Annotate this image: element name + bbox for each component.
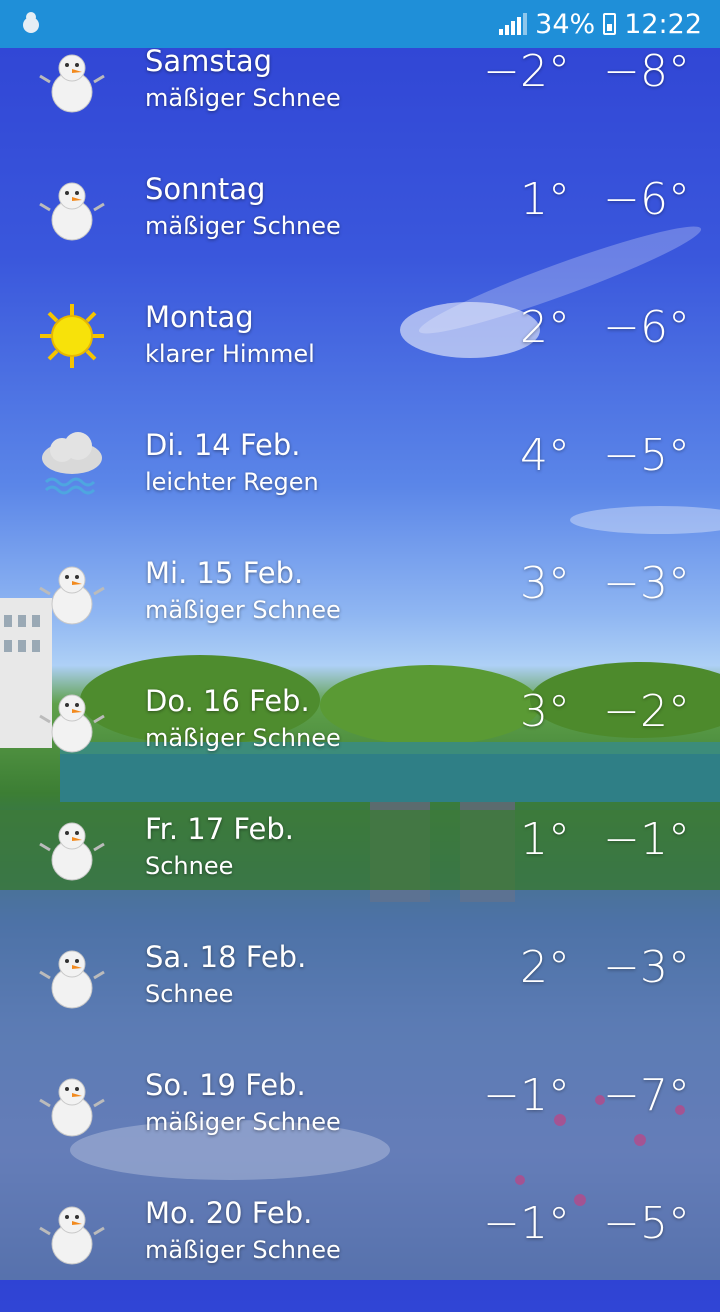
snowman-icon	[39, 950, 105, 1009]
forecast-low: −6°	[603, 174, 690, 225]
signal-icon	[499, 13, 528, 35]
battery-icon	[603, 13, 617, 35]
forecast-low: −5°	[603, 1198, 690, 1249]
clock: 12:22	[624, 8, 702, 40]
forecast-row[interactable]: So. 19 Feb. mäßiger Schnee −1° −7°	[0, 1056, 720, 1184]
forecast-low: −7°	[603, 1070, 690, 1121]
forecast-description: mäßiger Schnee	[145, 1108, 341, 1136]
forecast-low: −2°	[603, 686, 690, 737]
battery-percent: 34%	[535, 8, 596, 40]
forecast-description: leichter Regen	[145, 468, 319, 496]
forecast-low: −3°	[603, 942, 690, 993]
forecast-row[interactable]: Mo. 20 Feb. mäßiger Schnee −1° −5°	[0, 1184, 720, 1312]
forecast-row[interactable]: Montag klarer Himmel 2° −6°	[0, 288, 720, 416]
forecast-high: −1°	[483, 1070, 570, 1121]
snowman-icon	[39, 54, 105, 113]
forecast-day: Sonntag	[145, 172, 266, 206]
forecast-day: Mi. 15 Feb.	[145, 556, 304, 590]
forecast-low: −8°	[603, 46, 690, 97]
forecast-low: −6°	[603, 302, 690, 353]
snowman-icon	[39, 1206, 105, 1265]
forecast-row[interactable]: Samstag mäßiger Schnee −2° −8°	[0, 32, 720, 160]
forecast-row[interactable]: Fr. 17 Feb. Schnee 1° −1°	[0, 800, 720, 928]
forecast-day: Do. 16 Feb.	[145, 684, 310, 718]
forecast-row[interactable]: Di. 14 Feb. leichter Regen 4° −5°	[0, 416, 720, 544]
forecast-high: 1°	[520, 174, 570, 225]
forecast-description: mäßiger Schnee	[145, 724, 341, 752]
forecast-low: −5°	[603, 430, 690, 481]
forecast-description: mäßiger Schnee	[145, 1236, 341, 1264]
sun-icon	[40, 304, 104, 368]
forecast-day: Samstag	[145, 44, 273, 78]
snowman-icon	[39, 1078, 105, 1137]
forecast-high: 3°	[520, 686, 570, 737]
forecast-description: mäßiger Schnee	[145, 84, 341, 112]
forecast-row[interactable]: Sonntag mäßiger Schnee 1° −6°	[0, 160, 720, 288]
forecast-description: Schnee	[145, 980, 234, 1008]
forecast-description: klarer Himmel	[145, 340, 315, 368]
forecast-day: So. 19 Feb.	[145, 1068, 306, 1102]
forecast-high: 2°	[520, 302, 570, 353]
weather-notification-icon	[23, 12, 39, 33]
forecast-description: mäßiger Schnee	[145, 596, 341, 624]
forecast-day: Di. 14 Feb.	[145, 428, 301, 462]
snowman-icon	[39, 822, 105, 881]
snowman-icon	[39, 694, 105, 753]
snowman-icon	[39, 182, 105, 241]
forecast-row[interactable]: Sa. 18 Feb. Schnee 2° −3°	[0, 928, 720, 1056]
forecast-high: 2°	[520, 942, 570, 993]
forecast-description: mäßiger Schnee	[145, 212, 341, 240]
forecast-row[interactable]: Mi. 15 Feb. mäßiger Schnee 3° −3°	[0, 544, 720, 672]
forecast-day: Mo. 20 Feb.	[145, 1196, 313, 1230]
snowman-icon	[39, 566, 105, 625]
forecast-high: 3°	[520, 558, 570, 609]
forecast-high: 1°	[520, 814, 570, 865]
forecast-day: Sa. 18 Feb.	[145, 940, 307, 974]
forecast-low: −3°	[603, 558, 690, 609]
forecast-description: Schnee	[145, 852, 234, 880]
rain-cloud-icon	[42, 432, 102, 495]
forecast-low: −1°	[603, 814, 690, 865]
forecast-day: Montag	[145, 300, 254, 334]
forecast-high: 4°	[520, 430, 570, 481]
forecast-high: −2°	[483, 46, 570, 97]
status-bar: 34% 12:22	[0, 0, 720, 48]
forecast-high: −1°	[483, 1198, 570, 1249]
forecast-day: Fr. 17 Feb.	[145, 812, 294, 846]
forecast-row[interactable]: Do. 16 Feb. mäßiger Schnee 3° −2°	[0, 672, 720, 800]
